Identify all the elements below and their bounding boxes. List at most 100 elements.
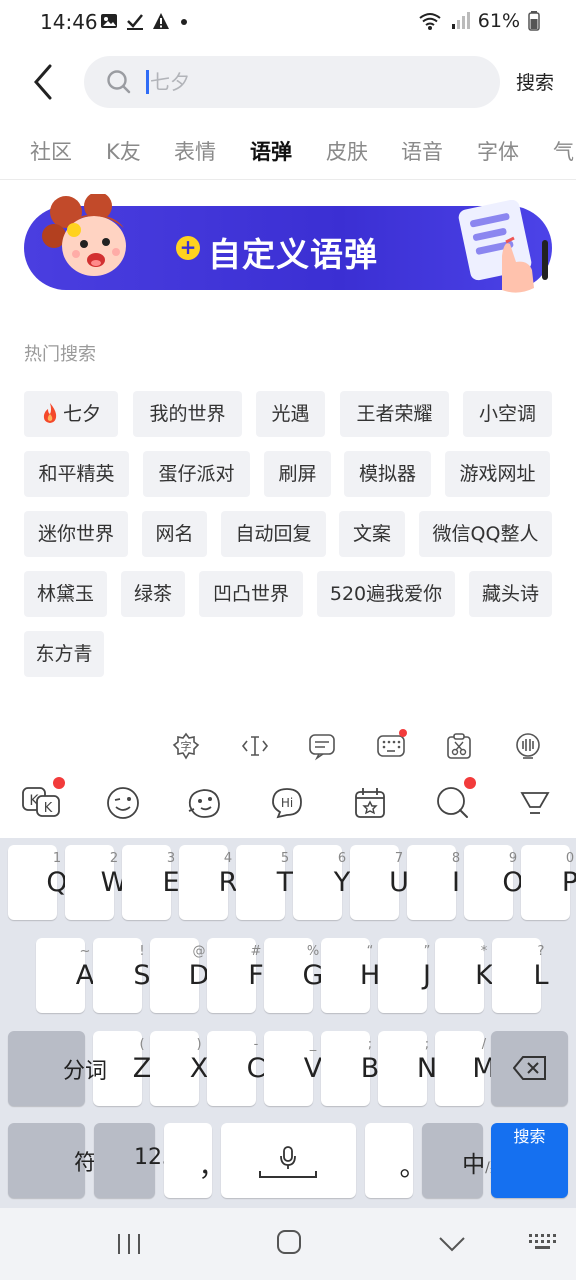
sticker-face-icon[interactable] bbox=[186, 786, 222, 824]
key-a[interactable]: ~ A bbox=[36, 938, 94, 1013]
hot-search-chip[interactable]: 我的世界 bbox=[133, 391, 242, 437]
period-key[interactable]: 。 bbox=[365, 1123, 427, 1198]
tab-yudan[interactable]: 语弹 bbox=[250, 136, 292, 172]
key-h[interactable]: “H bbox=[321, 938, 380, 1013]
hot-search-chip[interactable]: 520遍我爱你 bbox=[317, 571, 455, 617]
key-e[interactable]: 3E bbox=[122, 845, 180, 920]
hot-search-chip[interactable]: 自动回复 bbox=[221, 511, 326, 557]
hot-search-chip[interactable]: 游戏网址 bbox=[445, 451, 550, 497]
backspace-icon bbox=[513, 1056, 546, 1080]
chip-label: 七夕 bbox=[62, 403, 101, 425]
home-icon[interactable] bbox=[276, 1229, 304, 1257]
key-t[interactable]: 5T bbox=[236, 845, 293, 920]
notification-dot bbox=[53, 777, 65, 789]
recent-apps-icon[interactable] bbox=[115, 1232, 143, 1256]
hot-search-chip[interactable]: 绿茶 bbox=[121, 571, 185, 617]
clipboard-text-icon[interactable] bbox=[307, 731, 337, 765]
tab-qi[interactable]: 气 bbox=[553, 136, 574, 166]
clipboard-cut-icon[interactable] bbox=[444, 731, 474, 765]
number-key[interactable]: 123 bbox=[94, 1123, 176, 1198]
symbol-key[interactable]: 符 bbox=[8, 1123, 96, 1198]
key-d[interactable]: @ D bbox=[150, 938, 209, 1013]
key-g[interactable]: % G bbox=[264, 938, 323, 1013]
tab-shequ[interactable]: 社区 bbox=[30, 136, 72, 166]
search-input[interactable] bbox=[150, 64, 470, 100]
key-o[interactable]: 9O bbox=[464, 845, 524, 920]
key-m[interactable]: / M bbox=[435, 1031, 496, 1106]
key-j[interactable]: ” J bbox=[378, 938, 431, 1013]
tab-ziti[interactable]: 字体 bbox=[477, 136, 519, 166]
hot-search-chip[interactable]: 网名 bbox=[142, 511, 207, 557]
keyboard-switch-icon[interactable] bbox=[528, 1232, 558, 1256]
key-letter: P bbox=[561, 867, 576, 898]
signal-icon bbox=[451, 12, 470, 29]
warning-icon bbox=[153, 13, 169, 29]
notification-dot bbox=[399, 729, 407, 737]
cursor-move-icon[interactable] bbox=[240, 731, 270, 765]
search-field[interactable] bbox=[84, 56, 500, 108]
key-q[interactable]: 1Q bbox=[8, 845, 68, 920]
tab-kyou[interactable]: K友 bbox=[106, 136, 141, 166]
voice-globe-icon[interactable] bbox=[513, 731, 543, 765]
system-nav-bar bbox=[0, 1208, 576, 1280]
hot-search-chip[interactable]: 蛋仔派对 bbox=[143, 451, 250, 497]
kyou-logo-icon[interactable]: KK bbox=[22, 786, 62, 822]
hot-search-chip[interactable]: 林黛玉 bbox=[24, 571, 107, 617]
key-x[interactable]: ) X bbox=[150, 1031, 208, 1106]
hot-search-chip[interactable]: 王者荣耀 bbox=[340, 391, 449, 437]
hot-search-chip[interactable]: 小空调 bbox=[463, 391, 552, 437]
key-i[interactable]: 8I bbox=[407, 845, 460, 920]
greeting-hi-icon[interactable]: Hi bbox=[270, 786, 304, 824]
back-button[interactable] bbox=[26, 62, 62, 102]
key-y[interactable]: 6Y bbox=[293, 845, 350, 920]
key-c[interactable]: -C bbox=[207, 1031, 265, 1106]
hot-search-chip[interactable]: 七夕 bbox=[24, 391, 118, 437]
key-w[interactable]: 2W bbox=[65, 845, 127, 920]
key-p[interactable]: 0P bbox=[521, 845, 576, 920]
hot-search-chip[interactable]: 凹凸世界 bbox=[199, 571, 303, 617]
custom-yudan-banner[interactable]: + 自定义语弹 bbox=[24, 194, 552, 293]
hot-search-chip[interactable]: 迷你世界 bbox=[24, 511, 128, 557]
cartoon-girl-illustration bbox=[42, 194, 126, 276]
space-key[interactable] bbox=[221, 1123, 356, 1198]
hot-search-chip[interactable]: 文案 bbox=[339, 511, 405, 557]
hot-search-chip[interactable]: 东方青 bbox=[24, 631, 104, 677]
svg-text:Hi: Hi bbox=[281, 796, 293, 810]
hot-search-chip[interactable]: 藏头诗 bbox=[469, 571, 552, 617]
search-key[interactable]: 搜索 bbox=[491, 1123, 568, 1198]
key-hint: ? bbox=[537, 944, 545, 959]
key-b[interactable]: ; B bbox=[321, 1031, 379, 1106]
wifi-icon bbox=[419, 13, 441, 30]
backspace-key[interactable] bbox=[491, 1031, 568, 1106]
back-nav-icon[interactable] bbox=[438, 1234, 466, 1254]
key-u[interactable]: 7U bbox=[350, 845, 409, 920]
emoji-wink-icon[interactable] bbox=[106, 786, 140, 824]
key-k[interactable]: * K bbox=[435, 938, 493, 1013]
hot-search-chip[interactable]: 模拟器 bbox=[344, 451, 431, 497]
key-s[interactable]: ! S bbox=[93, 938, 151, 1013]
key-f[interactable]: # F bbox=[207, 938, 264, 1013]
font-style-icon[interactable]: 字 bbox=[171, 731, 201, 765]
back-arrow-icon bbox=[34, 64, 52, 100]
hot-search-chip[interactable]: 微信QQ整人 bbox=[419, 511, 552, 557]
search-icon[interactable] bbox=[436, 786, 470, 824]
comma-key[interactable]: ， bbox=[164, 1123, 226, 1198]
battery-icon bbox=[528, 11, 540, 31]
hide-keyboard-icon[interactable] bbox=[519, 788, 551, 822]
language-switch-key[interactable]: 中/英 bbox=[422, 1123, 504, 1198]
key-v[interactable]: _ V bbox=[264, 1031, 322, 1106]
key-n[interactable]: ; N bbox=[378, 1031, 437, 1106]
tab-yuyin[interactable]: 语音 bbox=[401, 136, 443, 166]
hot-search-chip[interactable]: 光遇 bbox=[256, 391, 325, 437]
tab-biaoqing[interactable]: 表情 bbox=[174, 136, 216, 166]
banner-text: 自定义语弹 bbox=[208, 235, 378, 274]
calendar-star-icon[interactable] bbox=[353, 786, 387, 824]
hot-search-chip[interactable]: 和平精英 bbox=[24, 451, 129, 497]
key-l[interactable]: ? L bbox=[492, 938, 549, 1013]
fenci-key[interactable]: 分词 bbox=[8, 1031, 107, 1106]
search-button[interactable]: 搜索 bbox=[516, 68, 554, 95]
tab-pifu[interactable]: 皮肤 bbox=[326, 136, 368, 166]
svg-text:字: 字 bbox=[181, 739, 192, 753]
key-r[interactable]: 4R bbox=[179, 845, 237, 920]
hot-search-chip[interactable]: 刷屏 bbox=[264, 451, 331, 497]
